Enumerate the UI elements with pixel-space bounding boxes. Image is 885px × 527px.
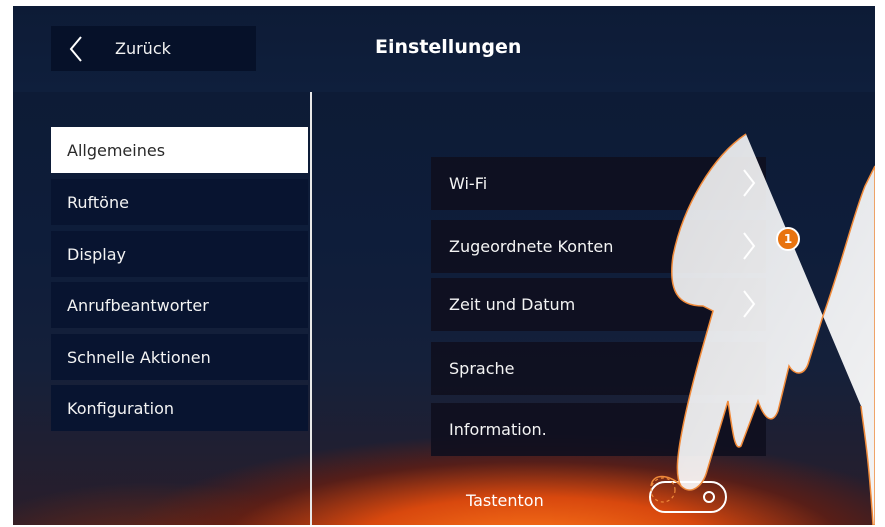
menu-row-sprache[interactable]: Sprache <box>431 342 766 395</box>
toggle-knob <box>703 491 715 503</box>
back-button[interactable]: Zurück <box>51 26 256 71</box>
back-label: Zurück <box>115 39 171 58</box>
sidebar-item-schnelle-aktionen[interactable]: Schnelle Aktionen <box>51 334 308 380</box>
menu-row-zeit-und-datum[interactable]: Zeit und Datum <box>431 278 766 331</box>
sidebar-item-allgemeines[interactable]: Allgemeines <box>51 127 308 173</box>
divider <box>310 92 312 525</box>
sidebar-item-label: Display <box>67 244 126 264</box>
sidebar-item-label: Allgemeines <box>67 140 166 160</box>
chevron-right-icon <box>743 232 756 260</box>
menu-row-label: Information. <box>449 420 547 439</box>
chevron-left-icon <box>69 35 82 62</box>
sidebar-item-label: Ruftöne <box>67 192 129 212</box>
menu-row-label: Wi-Fi <box>449 174 488 193</box>
menu-row-wifi[interactable]: Wi-Fi <box>431 157 766 210</box>
sidebar-item-label: Konfiguration <box>67 398 175 418</box>
chevron-right-icon <box>743 169 756 197</box>
menu-row-information[interactable]: Information. <box>431 403 766 456</box>
menu-row-zugeordnete-konten[interactable]: Zugeordnete Konten <box>431 220 766 273</box>
menu-row-label: Zugeordnete Konten <box>449 237 614 256</box>
sidebar-item-ruftoene[interactable]: Ruftöne <box>51 179 308 225</box>
sidebar-item-konfiguration[interactable]: Konfiguration <box>51 385 308 431</box>
intercom-screen: Zurück Einstellungen Allgemeines Ruftöne… <box>13 6 875 525</box>
sidebar-item-label: Anrufbeantworter <box>67 295 209 315</box>
sidebar-item-anrufbeantworter[interactable]: Anrufbeantworter <box>51 282 308 328</box>
step-callout-badge: 1 <box>776 227 800 251</box>
header-bar: Zurück Einstellungen <box>13 6 875 92</box>
page-title: Einstellungen <box>375 36 522 58</box>
sidebar-item-display[interactable]: Display <box>51 231 308 277</box>
menu-row-label: Zeit und Datum <box>449 295 576 314</box>
tastenton-label: Tastenton <box>466 491 544 510</box>
menu-row-label: Sprache <box>449 359 515 378</box>
chevron-right-icon <box>743 290 756 318</box>
sidebar-item-label: Schnelle Aktionen <box>67 347 211 367</box>
tastenton-toggle[interactable] <box>649 481 727 513</box>
